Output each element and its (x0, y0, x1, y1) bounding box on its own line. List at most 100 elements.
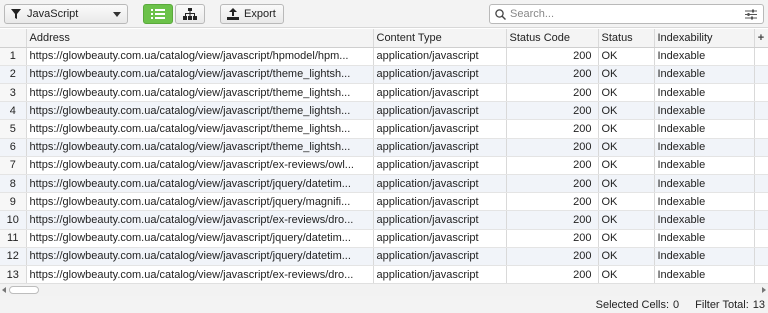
row-number: 7 (0, 156, 27, 176)
cell-spacer (754, 174, 768, 194)
table-row[interactable]: 11 https://glowbeauty.com.ua/catalog/view… (0, 229, 768, 248)
cell-status-code: 200 (506, 101, 599, 121)
cell-spacer (754, 265, 768, 285)
cell-content-type: application/javascript (373, 156, 507, 176)
cell-address: https://glowbeauty.com.ua/catalog/view/j… (26, 156, 374, 176)
list-view-button[interactable] (143, 4, 173, 24)
chevron-down-icon (113, 12, 121, 17)
cell-spacer (754, 247, 768, 266)
table-row[interactable]: 10 https://glowbeauty.com.ua/catalog/view… (0, 210, 768, 230)
cell-status: OK (598, 247, 655, 266)
column-header-content-type[interactable]: Content Type (373, 29, 507, 48)
table-row[interactable]: 6 https://glowbeauty.com.ua/catalog/view/… (0, 138, 768, 157)
table-row[interactable]: 4 https://glowbeauty.com.ua/catalog/view/… (0, 101, 768, 121)
row-number: 12 (0, 247, 27, 266)
cell-content-type: application/javascript (373, 247, 507, 266)
column-header-indexability[interactable]: Indexability (654, 29, 755, 48)
table-row[interactable]: 8 https://glowbeauty.com.ua/catalog/view/… (0, 174, 768, 194)
row-number: 9 (0, 192, 27, 212)
cell-content-type: application/javascript (373, 138, 507, 157)
scroll-left-icon[interactable] (2, 287, 6, 293)
cell-content-type: application/javascript (373, 65, 507, 85)
cell-address: https://glowbeauty.com.ua/catalog/view/j… (26, 83, 374, 103)
tree-view-button[interactable] (175, 4, 205, 24)
table-row[interactable]: 5 https://glowbeauty.com.ua/catalog/view/… (0, 119, 768, 139)
filter-dropdown-value: JavaScript (27, 8, 79, 20)
cell-indexability: Indexable (654, 65, 755, 85)
cell-status-code: 200 (506, 265, 599, 285)
cell-content-type: application/javascript (373, 101, 507, 121)
cell-spacer (754, 83, 768, 103)
cell-address: https://glowbeauty.com.ua/catalog/view/j… (26, 119, 374, 139)
add-column-button[interactable]: + (754, 29, 768, 48)
sliders-icon[interactable] (745, 9, 757, 20)
cell-status-code: 200 (506, 174, 599, 194)
cell-spacer (754, 138, 768, 157)
cell-status-code: 200 (506, 65, 599, 85)
status-bar: Selected Cells: 0 Filter Total: 13 (0, 296, 768, 313)
cell-indexability: Indexable (654, 247, 755, 266)
row-number: 6 (0, 138, 27, 157)
cell-status-code: 200 (506, 247, 599, 266)
column-header-status-code[interactable]: Status Code (506, 29, 599, 48)
tree-view-icon (183, 8, 197, 20)
filter-total-label: Filter Total: (695, 298, 749, 311)
horizontal-scrollbar[interactable] (0, 283, 768, 296)
cell-status: OK (598, 65, 655, 85)
cell-content-type: application/javascript (373, 229, 507, 248)
table-row[interactable]: 12 https://glowbeauty.com.ua/catalog/view… (0, 247, 768, 266)
table-row[interactable]: 3 https://glowbeauty.com.ua/catalog/view/… (0, 83, 768, 103)
column-header-status[interactable]: Status (598, 29, 655, 48)
cell-status: OK (598, 138, 655, 157)
results-table: Address Content Type Status Code Status … (0, 29, 768, 285)
cell-status: OK (598, 192, 655, 212)
cell-status: OK (598, 83, 655, 103)
cell-status: OK (598, 156, 655, 176)
row-number: 1 (0, 47, 27, 66)
table-row[interactable]: 1 https://glowbeauty.com.ua/catalog/view/… (0, 47, 768, 66)
search-icon (495, 8, 506, 20)
row-number: 5 (0, 119, 27, 139)
cell-status: OK (598, 265, 655, 285)
cell-indexability: Indexable (654, 83, 755, 103)
cell-status-code: 200 (506, 192, 599, 212)
column-header-address[interactable]: Address (26, 29, 374, 48)
selected-cells-label: Selected Cells: (595, 298, 670, 311)
row-number: 13 (0, 265, 27, 285)
cell-status-code: 200 (506, 156, 599, 176)
export-button[interactable]: Export (220, 4, 284, 24)
cell-indexability: Indexable (654, 101, 755, 121)
search-input[interactable] (510, 8, 730, 20)
table-row[interactable]: 9 https://glowbeauty.com.ua/catalog/view/… (0, 192, 768, 212)
cell-indexability: Indexable (654, 156, 755, 176)
table-row[interactable]: 7 https://glowbeauty.com.ua/catalog/view/… (0, 156, 768, 176)
search-box[interactable] (489, 4, 764, 24)
cell-address: https://glowbeauty.com.ua/catalog/view/j… (26, 138, 374, 157)
cell-indexability: Indexable (654, 210, 755, 230)
cell-address: https://glowbeauty.com.ua/catalog/view/j… (26, 265, 374, 285)
scroll-right-icon[interactable] (762, 287, 766, 293)
cell-content-type: application/javascript (373, 174, 507, 194)
table-row[interactable]: 2 https://glowbeauty.com.ua/catalog/view/… (0, 65, 768, 85)
cell-status: OK (598, 101, 655, 121)
cell-spacer (754, 101, 768, 121)
export-button-label: Export (244, 8, 276, 20)
cell-status-code: 200 (506, 138, 599, 157)
cell-indexability: Indexable (654, 192, 755, 212)
row-number: 2 (0, 65, 27, 85)
cell-status-code: 200 (506, 229, 599, 248)
cell-address: https://glowbeauty.com.ua/catalog/view/j… (26, 65, 374, 85)
funnel-icon (11, 9, 21, 19)
row-number: 4 (0, 101, 27, 121)
cell-status: OK (598, 47, 655, 66)
list-view-icon (151, 9, 165, 19)
cell-status: OK (598, 174, 655, 194)
cell-content-type: application/javascript (373, 47, 507, 66)
scrollbar-thumb[interactable] (9, 286, 39, 294)
cell-status: OK (598, 119, 655, 139)
filter-dropdown[interactable]: JavaScript (4, 4, 128, 24)
cell-address: https://glowbeauty.com.ua/catalog/view/j… (26, 210, 374, 230)
table-row[interactable]: 13 https://glowbeauty.com.ua/catalog/view… (0, 265, 768, 285)
row-number: 10 (0, 210, 27, 230)
cell-address: https://glowbeauty.com.ua/catalog/view/j… (26, 247, 374, 266)
